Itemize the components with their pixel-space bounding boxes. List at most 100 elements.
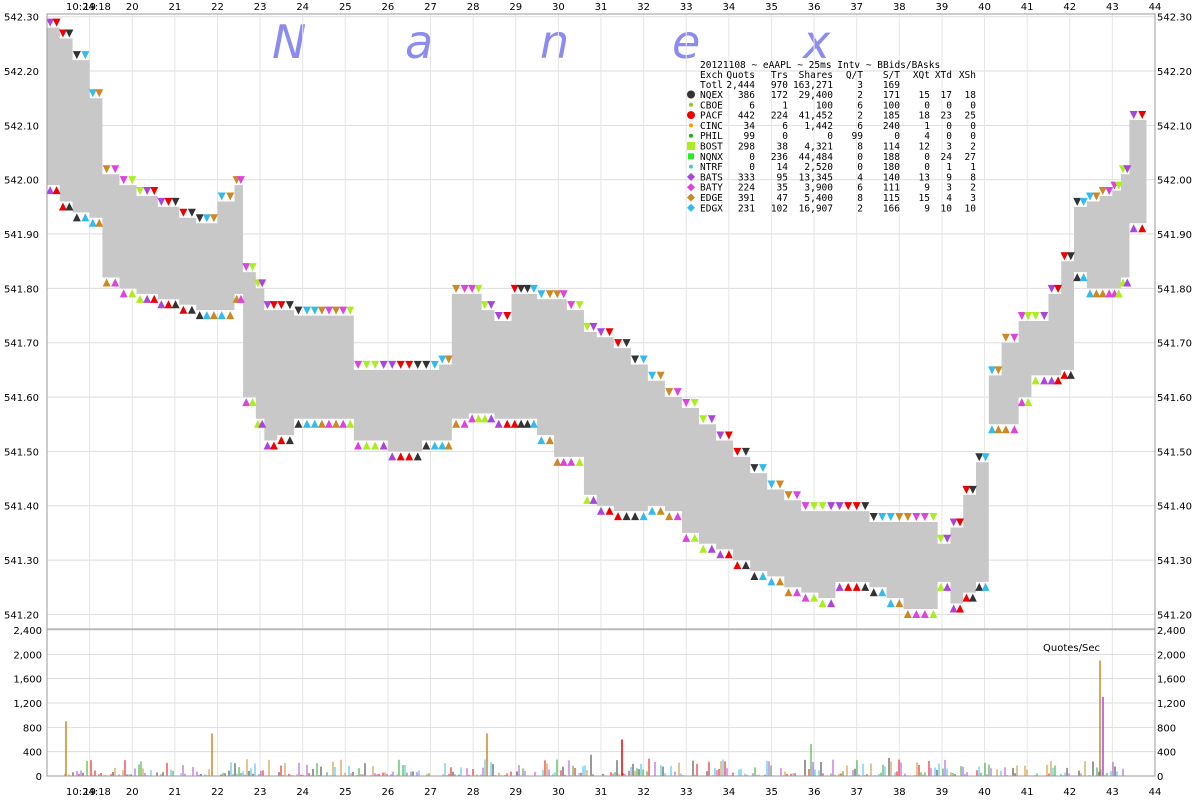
- time-tick-bottom: 36: [808, 787, 821, 798]
- time-tick-bottom: 37: [850, 787, 863, 798]
- price-tick-right: 541.90: [1157, 230, 1192, 241]
- time-tick-top: 44: [1149, 2, 1162, 13]
- time-tick-bottom: 44: [1149, 787, 1162, 798]
- bid-quote-marker: [157, 300, 166, 309]
- bid-quote-marker: [72, 213, 81, 222]
- volume-tick-left: 2,000: [13, 650, 42, 661]
- ask-quote-marker: [784, 491, 793, 500]
- time-tick-bottom: 38: [893, 787, 906, 798]
- volume-tick-left: 800: [23, 723, 42, 734]
- time-tick-bottom: 28: [467, 787, 480, 798]
- ask-quote-marker: [102, 165, 111, 174]
- volume-tick-left: 1,600: [13, 675, 42, 686]
- bid-quote-marker: [1001, 425, 1010, 434]
- ask-quote-marker: [405, 360, 414, 369]
- time-tick-bottom: 33: [680, 787, 693, 798]
- bid-quote-marker: [444, 441, 453, 450]
- time-tick-top: 26: [382, 2, 395, 13]
- bid-quote-marker: [741, 561, 750, 570]
- ask-quote-marker: [758, 464, 767, 473]
- table-value-cell: 102: [771, 203, 788, 214]
- bid-quote-marker: [302, 419, 311, 428]
- bid-quote-marker: [597, 506, 605, 515]
- table-value-cell: 9: [924, 203, 930, 214]
- bid-quote-marker: [1138, 224, 1147, 233]
- bid-quote-marker: [371, 441, 380, 450]
- time-tick-bottom: 41: [1021, 787, 1034, 798]
- volume-tick-left: 0: [36, 772, 42, 783]
- ask-quote-marker: [310, 306, 319, 315]
- bid-quote-marker: [665, 512, 674, 521]
- price-tick-right: 542.00: [1157, 176, 1192, 187]
- ask-quote-marker: [150, 187, 159, 196]
- bid-quote-marker: [81, 213, 90, 222]
- ask-quote-marker: [975, 453, 984, 462]
- time-tick-top: 19: [83, 2, 96, 13]
- ask-quote-marker: [217, 192, 226, 201]
- bid-quote-marker: [699, 544, 708, 553]
- ask-quote-marker: [920, 513, 929, 522]
- bid-quote-marker: [164, 300, 173, 309]
- ask-quote-marker: [724, 431, 733, 440]
- ask-quote-marker: [171, 197, 180, 206]
- legend-marker: [687, 111, 695, 120]
- ask-quote-marker: [775, 480, 784, 489]
- legend-marker: [688, 153, 694, 160]
- ask-quote-marker: [994, 366, 1003, 375]
- ask-quote-marker: [157, 197, 166, 206]
- bid-quote-marker: [1129, 224, 1138, 233]
- price-tick-left: 541.20: [4, 610, 39, 621]
- bid-quote-marker: [468, 414, 477, 423]
- legend-marker: [689, 164, 693, 169]
- bid-quote-marker: [405, 452, 414, 461]
- bid-quote-marker: [1040, 376, 1049, 385]
- ask-quote-marker: [583, 322, 592, 331]
- ask-quote-marker: [673, 388, 682, 397]
- ask-quote-marker: [1086, 192, 1095, 201]
- price-tick-right: 542.30: [1157, 13, 1192, 24]
- ask-quote-marker: [242, 263, 251, 272]
- bid-quote-marker: [987, 425, 996, 434]
- ask-quote-marker: [545, 290, 554, 299]
- nanex-chart: Nanex 541.20 541.20541.30 541.30541.40 541.…: [4, 2, 1192, 798]
- bid-quote-marker: [567, 457, 576, 466]
- bid-quote-marker: [673, 512, 682, 521]
- bid-quote-marker: [1060, 370, 1069, 379]
- time-tick-top: 25: [339, 2, 352, 13]
- quotes-per-sec-label: Quotes/Sec: [1043, 643, 1100, 654]
- time-tick-top: 27: [424, 2, 437, 13]
- ask-quote-marker: [354, 360, 363, 369]
- ask-quote-marker: [179, 208, 188, 217]
- bid-quote-marker: [827, 599, 836, 608]
- bid-quote-marker: [119, 289, 128, 298]
- ask-quote-marker: [575, 301, 584, 310]
- bid-quote-marker: [474, 414, 483, 423]
- ask-quote-marker: [480, 301, 489, 310]
- ask-quote-marker: [1092, 192, 1101, 201]
- ask-quote-marker: [559, 290, 568, 299]
- time-tick-top: 20: [126, 2, 139, 13]
- time-tick-bottom: 27: [424, 787, 437, 798]
- bid-quote-marker: [682, 533, 691, 542]
- bid-quote-marker: [310, 419, 319, 428]
- bid-quote-marker: [690, 533, 699, 542]
- ask-quote-marker: [263, 301, 272, 310]
- table-value-cell: 10: [941, 203, 953, 214]
- bid-quote-marker: [852, 582, 861, 591]
- ask-quote-marker: [929, 513, 938, 522]
- time-tick-bottom: 39: [936, 787, 949, 798]
- bid-quote-marker: [217, 311, 226, 320]
- bid-quote-marker: [1086, 289, 1095, 298]
- bid-quote-marker: [559, 457, 568, 466]
- time-tick-bottom: 42: [1063, 787, 1076, 798]
- ask-quote-marker: [346, 306, 355, 315]
- bid-quote-marker: [614, 512, 623, 521]
- legend-marker: [689, 123, 693, 128]
- ask-quote-marker: [371, 360, 380, 369]
- bid-quote-marker: [1092, 289, 1101, 298]
- price-tick-right: 541.50: [1157, 447, 1192, 458]
- ask-quote-marker: [943, 534, 952, 543]
- volume-bars: [64, 660, 1124, 776]
- table-value-cell: 10: [965, 203, 977, 214]
- ask-quote-marker: [1079, 197, 1088, 206]
